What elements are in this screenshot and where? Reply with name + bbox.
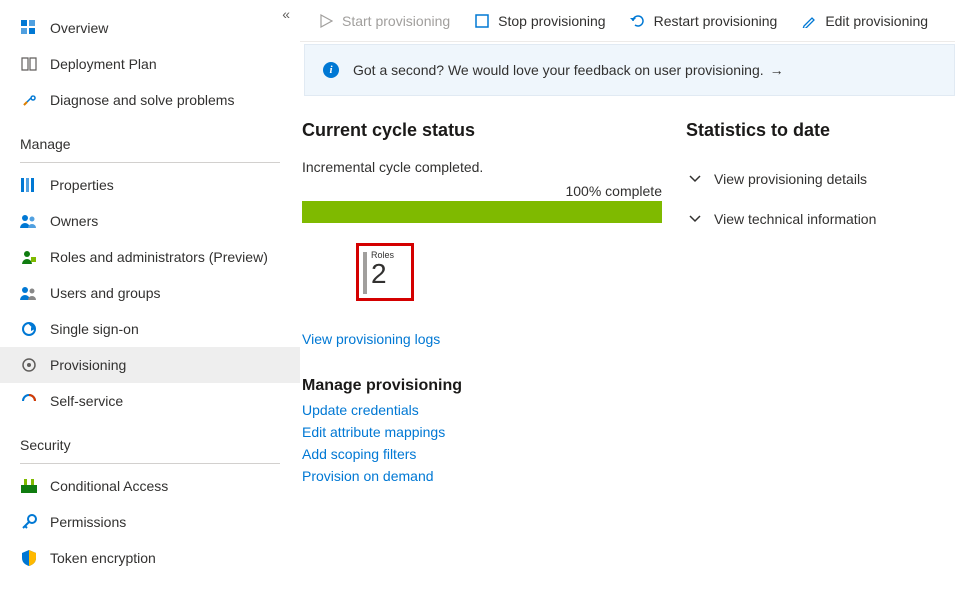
play-icon xyxy=(318,13,334,29)
manage-provisioning-links: Update credentials Edit attribute mappin… xyxy=(302,399,662,487)
sidebar-item-permissions[interactable]: Permissions xyxy=(0,504,300,540)
edit-provisioning-button[interactable]: Edit provisioning xyxy=(789,0,940,41)
cycle-status-heading: Current cycle status xyxy=(302,120,662,141)
stop-icon xyxy=(474,13,490,29)
divider xyxy=(20,463,280,464)
progress-bar xyxy=(302,201,662,223)
sidebar-item-label: Provisioning xyxy=(50,357,126,373)
roles-icon xyxy=(20,248,38,266)
restart-icon xyxy=(630,13,646,29)
divider xyxy=(20,162,280,163)
feedback-banner[interactable]: i Got a second? We would love your feedb… xyxy=(304,44,955,96)
view-provisioning-details-toggle[interactable]: View provisioning details xyxy=(686,159,955,199)
roles-count-tile[interactable]: Roles 2 xyxy=(356,243,414,301)
book-icon xyxy=(20,55,38,73)
sidebar-section-manage: Manage xyxy=(0,118,300,158)
properties-icon xyxy=(20,176,38,194)
collapse-sidebar-icon[interactable]: « xyxy=(282,6,290,22)
cmd-label: Stop provisioning xyxy=(498,13,605,29)
sidebar-item-label: Permissions xyxy=(50,514,126,530)
sidebar-item-single-sign-on[interactable]: Single sign-on xyxy=(0,311,300,347)
provision-on-demand-link[interactable]: Provision on demand xyxy=(302,465,662,487)
statistics-column: Statistics to date View provisioning det… xyxy=(662,120,955,487)
sidebar-item-label: Diagnose and solve problems xyxy=(50,92,234,108)
arrow-right-icon: → xyxy=(770,62,784,78)
overview-icon xyxy=(20,19,38,37)
main-content: Start provisioning Stop provisioning Res… xyxy=(300,0,955,599)
info-icon: i xyxy=(323,62,339,78)
sidebar-item-label: Roles and administrators (Preview) xyxy=(50,249,268,265)
progress-percent-label: 100% complete xyxy=(302,183,662,199)
feedback-text: Got a second? We would love your feedbac… xyxy=(353,62,764,78)
edit-attribute-mappings-link[interactable]: Edit attribute mappings xyxy=(302,421,662,443)
statistics-heading: Statistics to date xyxy=(686,120,955,141)
sidebar-item-deployment-plan[interactable]: Deployment Plan xyxy=(0,46,300,82)
sidebar-item-overview[interactable]: Overview xyxy=(0,10,300,46)
sidebar-item-conditional-access[interactable]: Conditional Access xyxy=(0,468,300,504)
cycle-status-column: Current cycle status Incremental cycle c… xyxy=(302,120,662,487)
command-bar: Start provisioning Stop provisioning Res… xyxy=(300,0,955,42)
sidebar-item-label: Single sign-on xyxy=(50,321,139,337)
view-technical-information-toggle[interactable]: View technical information xyxy=(686,199,955,239)
content-columns: Current cycle status Incremental cycle c… xyxy=(300,120,955,487)
sidebar-item-token-encryption[interactable]: Token encryption xyxy=(0,540,300,576)
sidebar-section-security: Security xyxy=(0,419,300,459)
sidebar: « Overview Deployment Plan Diagnose and … xyxy=(0,0,300,599)
stat-row-label: View provisioning details xyxy=(714,171,867,187)
stat-row-label: View technical information xyxy=(714,211,876,227)
cmd-label: Start provisioning xyxy=(342,13,450,29)
roles-count: 2 xyxy=(371,260,394,288)
owners-icon xyxy=(20,212,38,230)
restart-provisioning-button[interactable]: Restart provisioning xyxy=(618,0,790,41)
cycle-status-text: Incremental cycle completed. xyxy=(302,159,662,175)
sidebar-item-provisioning[interactable]: Provisioning xyxy=(0,347,300,383)
sidebar-item-roles-admins[interactable]: Roles and administrators (Preview) xyxy=(0,239,300,275)
sidebar-item-users-groups[interactable]: Users and groups xyxy=(0,275,300,311)
shield-icon xyxy=(20,549,38,567)
sidebar-item-label: Deployment Plan xyxy=(50,56,157,72)
add-scoping-filters-link[interactable]: Add scoping filters xyxy=(302,443,662,465)
sidebar-item-label: Conditional Access xyxy=(50,478,168,494)
sidebar-item-owners[interactable]: Owners xyxy=(0,203,300,239)
users-groups-icon xyxy=(20,284,38,302)
sidebar-item-diagnose[interactable]: Diagnose and solve problems xyxy=(0,82,300,118)
chevron-down-icon xyxy=(686,213,704,225)
view-provisioning-logs-link[interactable]: View provisioning logs xyxy=(302,331,662,347)
tile-accent-bar xyxy=(363,252,367,294)
sidebar-item-properties[interactable]: Properties xyxy=(0,167,300,203)
sidebar-item-label: Users and groups xyxy=(50,285,161,301)
provisioning-icon xyxy=(20,356,38,374)
cmd-label: Restart provisioning xyxy=(654,13,778,29)
sidebar-item-label: Token encryption xyxy=(50,550,156,566)
edit-icon xyxy=(801,13,817,29)
start-provisioning-button[interactable]: Start provisioning xyxy=(306,0,462,41)
stop-provisioning-button[interactable]: Stop provisioning xyxy=(462,0,617,41)
update-credentials-link[interactable]: Update credentials xyxy=(302,399,662,421)
cmd-label: Edit provisioning xyxy=(825,13,928,29)
conditional-access-icon xyxy=(20,477,38,495)
sidebar-item-label: Overview xyxy=(50,20,108,36)
self-service-icon xyxy=(20,392,38,410)
sidebar-item-self-service[interactable]: Self-service xyxy=(0,383,300,419)
wrench-icon xyxy=(20,91,38,109)
sidebar-item-label: Owners xyxy=(50,213,98,229)
sidebar-item-label: Self-service xyxy=(50,393,123,409)
sidebar-item-label: Properties xyxy=(50,177,114,193)
sso-icon xyxy=(20,320,38,338)
chevron-down-icon xyxy=(686,173,704,185)
manage-provisioning-heading: Manage provisioning xyxy=(302,377,662,395)
permissions-icon xyxy=(20,513,38,531)
